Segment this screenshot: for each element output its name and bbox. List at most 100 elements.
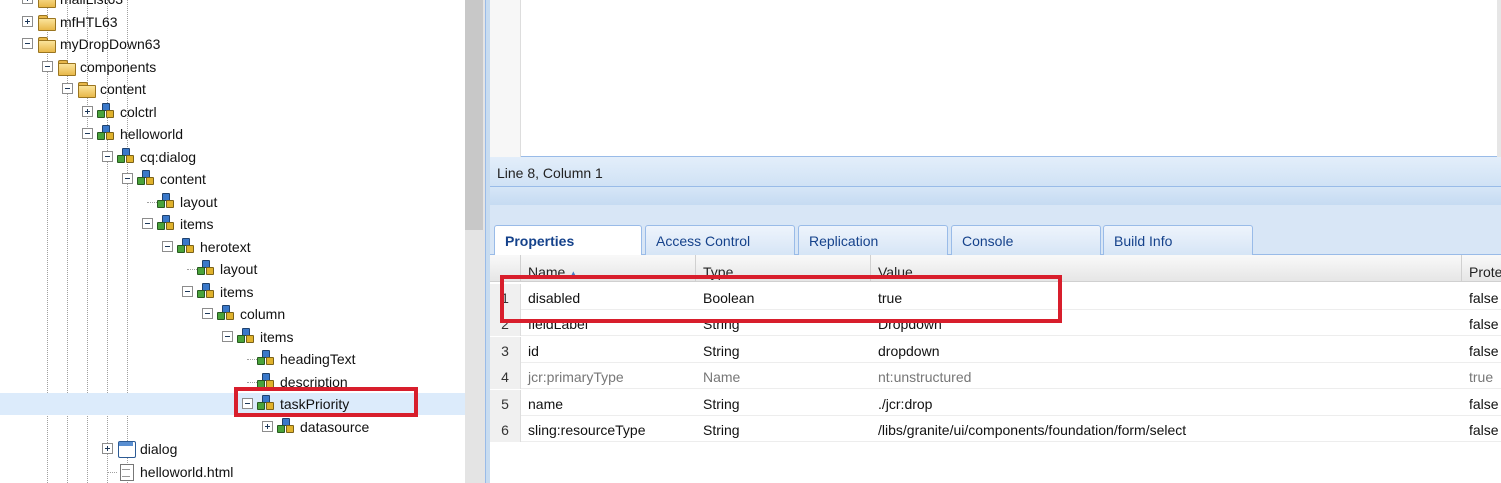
- editor-gutter: [490, 0, 521, 157]
- tree-node[interactable]: components: [0, 56, 465, 78]
- collapse-icon[interactable]: [122, 173, 133, 184]
- property-value[interactable]: dropdown: [871, 337, 1462, 363]
- tree-scrollbar-thumb[interactable]: [465, 0, 483, 230]
- component-icon: [177, 238, 196, 255]
- collapse-icon[interactable]: [182, 286, 193, 297]
- tab-properties[interactable]: Properties: [494, 225, 642, 256]
- tree-node[interactable]: content: [0, 168, 465, 190]
- tree-node[interactable]: items: [0, 213, 465, 235]
- tree-connector: [247, 382, 257, 383]
- panel-divider[interactable]: [490, 187, 1501, 222]
- row-number: 3: [490, 336, 521, 363]
- tree-node[interactable]: taskPriority: [0, 393, 465, 415]
- table-row[interactable]: 3 id String dropdown false: [490, 336, 1501, 363]
- property-type[interactable]: Name: [696, 363, 871, 389]
- property-protected[interactable]: false: [1462, 416, 1501, 442]
- property-type[interactable]: Boolean: [696, 284, 871, 310]
- tree-node[interactable]: colctrl: [0, 101, 465, 123]
- tab-replication[interactable]: Replication: [798, 225, 948, 255]
- property-value[interactable]: /libs/granite/ui/components/foundation/f…: [871, 416, 1462, 442]
- property-name[interactable]: disabled: [521, 284, 696, 310]
- tree-node[interactable]: dialog: [0, 438, 465, 460]
- property-protected[interactable]: false: [1462, 337, 1501, 363]
- property-protected[interactable]: true: [1462, 363, 1501, 389]
- component-icon: [197, 283, 216, 300]
- row-number: 5: [490, 389, 521, 416]
- property-type[interactable]: String: [696, 416, 871, 442]
- property-type[interactable]: String: [696, 310, 871, 336]
- property-name[interactable]: name: [521, 390, 696, 416]
- column-header-value[interactable]: Value: [871, 255, 1462, 282]
- tab-access-control[interactable]: Access Control: [645, 225, 795, 255]
- tree-node[interactable]: description: [0, 371, 465, 393]
- tree-node[interactable]: layout: [0, 191, 465, 213]
- editor-scrollbar[interactable]: [1497, 0, 1501, 157]
- collapse-icon[interactable]: [42, 61, 53, 72]
- property-type[interactable]: String: [696, 337, 871, 363]
- tree-node[interactable]: helloworld.html: [0, 461, 465, 483]
- collapse-icon[interactable]: [62, 83, 73, 94]
- collapse-icon[interactable]: [222, 331, 233, 342]
- collapse-icon[interactable]: [242, 398, 253, 409]
- column-header-name-label: Name: [528, 264, 566, 280]
- property-value[interactable]: true: [871, 284, 1462, 310]
- expand-icon[interactable]: [262, 421, 273, 432]
- tree-node[interactable]: items: [0, 326, 465, 348]
- expand-icon[interactable]: [22, 0, 33, 4]
- property-protected[interactable]: false: [1462, 390, 1501, 416]
- property-name[interactable]: fieldLabel: [521, 310, 696, 336]
- tree-node[interactable]: headingText: [0, 348, 465, 370]
- tree-node[interactable]: cq:dialog: [0, 146, 465, 168]
- tree-node-label: colctrl: [120, 104, 157, 120]
- component-icon: [237, 328, 256, 345]
- column-header-type[interactable]: Type: [696, 255, 871, 282]
- property-value[interactable]: ./jcr:drop: [871, 390, 1462, 416]
- row-number: 2: [490, 310, 521, 337]
- tree-node[interactable]: items: [0, 281, 465, 303]
- file-icon: [117, 463, 136, 481]
- tree-node[interactable]: mailList63: [0, 0, 465, 10]
- column-header-protected[interactable]: Prote: [1462, 255, 1501, 282]
- expand-icon[interactable]: [102, 443, 113, 454]
- tree-node-label: items: [260, 329, 294, 345]
- collapse-icon[interactable]: [162, 241, 173, 252]
- table-row[interactable]: 2 fieldLabel String Dropdown false: [490, 310, 1501, 337]
- property-name[interactable]: sling:resourceType: [521, 416, 696, 442]
- tree-node[interactable]: mfHTL63: [0, 11, 465, 33]
- code-editor[interactable]: [490, 0, 1501, 157]
- property-protected[interactable]: false: [1462, 284, 1501, 310]
- collapse-icon[interactable]: [22, 38, 33, 49]
- property-name[interactable]: id: [521, 337, 696, 363]
- tree-node[interactable]: helloworld: [0, 123, 465, 145]
- tab-console[interactable]: Console: [951, 225, 1101, 255]
- expand-icon[interactable]: [82, 106, 93, 117]
- tree-node[interactable]: content: [0, 78, 465, 100]
- tree-node[interactable]: myDropDown63: [0, 33, 465, 55]
- table-row[interactable]: 6 sling:resourceType String/libs/granite/u…: [490, 416, 1501, 442]
- tab-build-info[interactable]: Build Info: [1103, 225, 1253, 255]
- table-row[interactable]: 1 disabled Boolean true false: [490, 284, 1501, 310]
- table-row[interactable]: 5 name String ./jcr:drop false: [490, 389, 1501, 416]
- expand-icon[interactable]: [22, 16, 33, 27]
- folder-icon: [37, 0, 56, 8]
- property-protected[interactable]: false: [1462, 310, 1501, 336]
- cursor-position: Line 8, Column 1: [497, 165, 603, 181]
- collapse-icon[interactable]: [142, 218, 153, 229]
- grid-header: Name ▲ Type Value Prote: [490, 255, 1501, 282]
- property-type[interactable]: String: [696, 390, 871, 416]
- collapse-icon[interactable]: [102, 151, 113, 162]
- property-value[interactable]: nt:unstructured: [871, 363, 1462, 389]
- collapse-icon[interactable]: [82, 128, 93, 139]
- folder-icon: [77, 80, 96, 98]
- tree-node[interactable]: column: [0, 303, 465, 325]
- tree-node-label: items: [180, 216, 214, 232]
- tree-node[interactable]: datasource: [0, 416, 465, 438]
- tree-node[interactable]: herotext: [0, 236, 465, 258]
- table-row[interactable]: 4 jcr:primaryType Name nt:unstructured true: [490, 363, 1501, 390]
- property-value[interactable]: Dropdown: [871, 310, 1462, 336]
- property-name[interactable]: jcr:primaryType: [521, 363, 696, 389]
- column-header-name[interactable]: Name ▲: [521, 255, 696, 282]
- tree-node[interactable]: layout: [0, 258, 465, 280]
- collapse-icon[interactable]: [202, 308, 213, 319]
- row-number: 4: [490, 363, 521, 390]
